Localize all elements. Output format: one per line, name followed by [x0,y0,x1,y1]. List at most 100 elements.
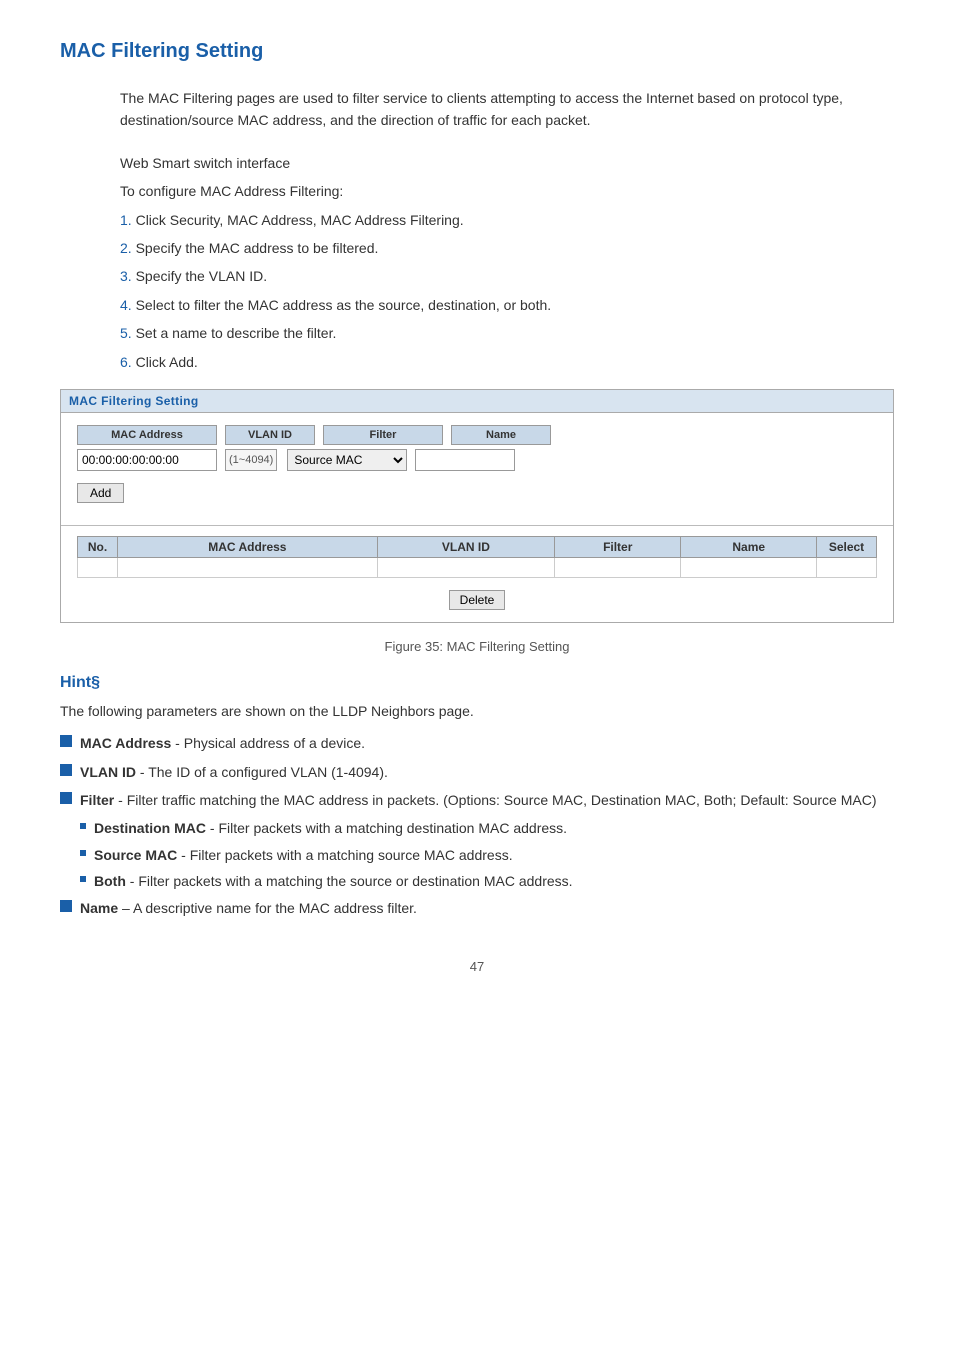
vlan-id-input-wrap: (1~4094) [225,449,279,471]
sub-hint-dest-mac: Destination MAC - Filter packets with a … [80,817,894,839]
hint-section: Hint§ The following parameters are shown… [60,674,894,919]
hint-desc-name: A descriptive name for the MAC address f… [133,900,417,916]
hint-bullet-mac [60,735,72,747]
delete-button[interactable]: Delete [449,590,506,610]
sub-desc-dest: Filter packets with a matching destinati… [218,820,567,836]
sub-hint-both: Both - Filter packets with a matching th… [80,870,894,892]
hint-bullet-name [60,900,72,912]
intro-text: The MAC Filtering pages are used to filt… [120,87,894,132]
vlan-id-header: VLAN ID [225,425,315,445]
table-section: No. MAC Address VLAN ID Filter Name Sele… [61,536,893,622]
sub-text-source: Source MAC - Filter packets with a match… [94,844,513,866]
sub-label-both: Both [94,873,126,889]
sub-desc-source: Filter packets with a matching source MA… [190,847,513,863]
hint-label-mac: MAC Address [80,735,171,751]
hint-label-filter: Filter [80,792,114,808]
step-1-text: Click Security, MAC Address, MAC Address… [136,212,464,228]
hint-text-name: Name – A descriptive name for the MAC ad… [80,897,894,919]
step-2-number: 2. [120,240,132,256]
step-3-text: Specify the VLAN ID. [136,268,268,284]
figure-caption: Figure 35: MAC Filtering Setting [60,639,894,654]
filter-select[interactable]: Source MAC Destination MAC Both [287,449,407,471]
hint-bullet-filter [60,792,72,804]
sub-text-both: Both - Filter packets with a matching th… [94,870,573,892]
step-4-text: Select to filter the MAC address as the … [136,297,552,313]
hint-text-vlan: VLAN ID - The ID of a configured VLAN (1… [80,761,894,783]
sub-label-dest: Destination MAC [94,820,206,836]
add-button-row: Add [77,479,877,503]
page-title: MAC Filtering Setting [60,40,894,63]
hint-item-vlan: VLAN ID - The ID of a configured VLAN (1… [60,761,894,783]
step-1-number: 1. [120,212,132,228]
mac-filtering-widget: MAC Filtering Setting MAC Address VLAN I… [60,389,894,623]
add-button[interactable]: Add [77,483,124,503]
hint-sep-mac: - [171,735,183,751]
name-header: Name [451,425,551,445]
sub-sep-both: - [126,873,138,889]
step-2: 2. Specify the MAC address to be filtere… [120,237,894,259]
form-inputs-row: (1~4094) Source MAC Destination MAC Both [77,449,877,471]
col-header-name: Name [681,536,817,557]
hint-sep-filter: - [114,792,126,808]
step-6: 6. Click Add. [120,351,894,373]
step-4-number: 4. [120,297,132,313]
widget-form-area: MAC Address VLAN ID Filter Name (1~4094)… [61,413,893,515]
mac-filter-table: No. MAC Address VLAN ID Filter Name Sele… [77,536,877,578]
mac-address-input[interactable] [77,449,217,471]
sub-text-dest: Destination MAC - Filter packets with a … [94,817,567,839]
hint-desc-filter: Filter traffic matching the MAC address … [127,792,877,808]
sub-desc-both: Filter packets with a matching the sourc… [138,873,572,889]
step-2-text: Specify the MAC address to be filtered. [136,240,379,256]
step-5: 5. Set a name to describe the filter. [120,322,894,344]
sub-sep-dest: - [206,820,218,836]
table-header-row: No. MAC Address VLAN ID Filter Name Sele… [78,536,877,557]
hint-item-filter: Filter - Filter traffic matching the MAC… [60,789,894,811]
step-3: 3. Specify the VLAN ID. [120,265,894,287]
hint-label-name: Name [80,900,118,916]
page-number: 47 [60,959,894,974]
sub-hint-source-mac: Source MAC - Filter packets with a match… [80,844,894,866]
step-1: 1. Click Security, MAC Address, MAC Addr… [120,209,894,231]
empty-cell-select [817,557,877,577]
hint-bullet-vlan [60,764,72,776]
mac-address-header: MAC Address [77,425,217,445]
table-body [78,557,877,577]
sub-sep-source: - [177,847,189,863]
name-input[interactable] [415,449,515,471]
step-3-number: 3. [120,268,132,284]
hint-sep-vlan: - [136,764,148,780]
mac-address-input-wrap [77,449,217,471]
col-header-filter: Filter [555,536,681,557]
empty-cell-no [78,557,118,577]
context-label: Web Smart switch interface [120,152,894,174]
name-input-wrap [415,449,515,471]
empty-cell-vlan [377,557,554,577]
sub-label-source: Source MAC [94,847,177,863]
step-6-number: 6. [120,354,132,370]
col-header-vlan: VLAN ID [377,536,554,557]
table-empty-row [78,557,877,577]
sub-bullet-source [80,850,86,856]
col-header-no: No. [78,536,118,557]
hint-title: Hint§ [60,674,894,692]
sub-bullet-both [80,876,86,882]
hint-text-mac: MAC Address - Physical address of a devi… [80,732,894,754]
filter-header: Filter [323,425,443,445]
sub-bullet-dest [80,823,86,829]
hint-item-name: Name – A descriptive name for the MAC ad… [60,897,894,919]
hint-item-mac: MAC Address - Physical address of a devi… [60,732,894,754]
col-header-mac: MAC Address [118,536,378,557]
step-5-number: 5. [120,325,132,341]
hint-desc-mac: Physical address of a device. [184,735,365,751]
empty-cell-name [681,557,817,577]
hint-text-filter: Filter - Filter traffic matching the MAC… [80,789,894,811]
empty-cell-mac [118,557,378,577]
step-6-text: Click Add. [136,354,198,370]
widget-title: MAC Filtering Setting [61,390,893,413]
hint-label-vlan: VLAN ID [80,764,136,780]
hint-sep-name: – [118,900,133,916]
filter-select-wrap: Source MAC Destination MAC Both [287,449,407,471]
hint-desc-vlan: The ID of a configured VLAN (1-4094). [148,764,388,780]
configure-label: To configure MAC Address Filtering: [120,180,894,202]
empty-cell-filter [555,557,681,577]
